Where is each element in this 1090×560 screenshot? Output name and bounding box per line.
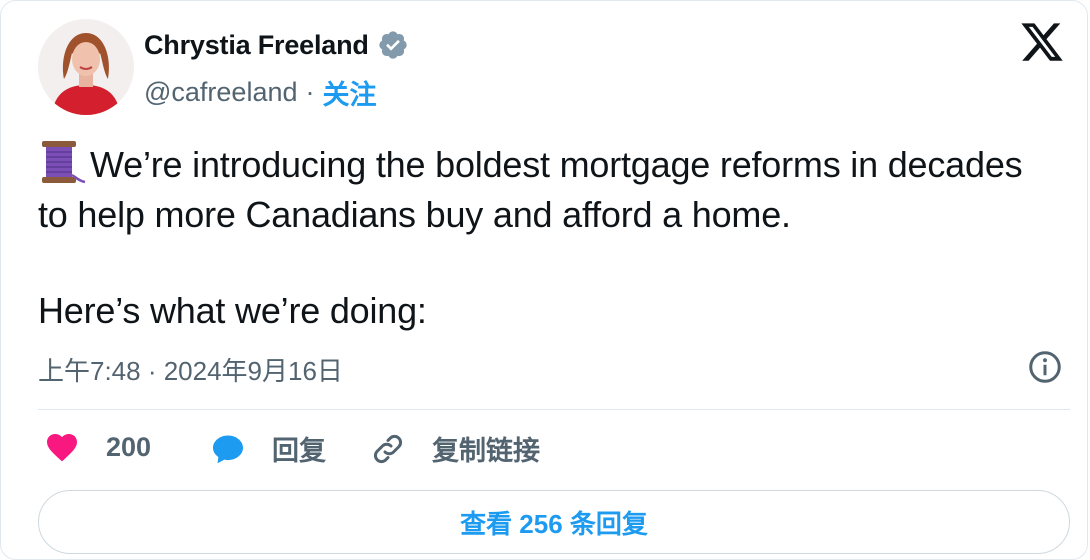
- avatar-image: [38, 19, 134, 115]
- tweet-card: Chrystia Freeland @cafreeland · 关注 We’re…: [0, 0, 1088, 560]
- tweet-paragraph-2: Here’s what we’re doing:: [38, 290, 427, 331]
- verified-badge-icon: [379, 31, 407, 59]
- view-replies-button[interactable]: 查看 256 条回复: [38, 490, 1070, 554]
- tweet-paragraph-1: We’re introducing the boldest mortgage r…: [38, 144, 1023, 235]
- view-replies-label: 查看 256 条回复: [460, 508, 648, 539]
- reply-label: 回复: [272, 436, 326, 466]
- handle-separator: ·: [305, 77, 315, 107]
- author-name[interactable]: Chrystia Freeland: [144, 30, 369, 61]
- like-count: 200: [106, 431, 152, 462]
- copy-link-button[interactable]: 复制链接: [370, 429, 540, 468]
- author-handle[interactable]: @cafreeland: [144, 77, 298, 108]
- tweet-text: We’re introducing the boldest mortgage r…: [38, 139, 1048, 336]
- avatar[interactable]: [38, 19, 134, 115]
- follow-button[interactable]: 关注: [323, 73, 377, 112]
- divider: [38, 409, 1070, 410]
- link-icon: [374, 434, 402, 463]
- like-button[interactable]: 200: [44, 429, 151, 465]
- x-logo-icon[interactable]: [1019, 19, 1065, 65]
- action-bar: 200 回复 复制链接: [38, 429, 1078, 473]
- copy-link-label: 复制链接: [432, 436, 540, 466]
- tweet-timestamp[interactable]: 上午7:48 · 2024年9月16日: [38, 351, 343, 388]
- heart-icon: [47, 433, 77, 462]
- thread-spool-emoji: [42, 141, 86, 184]
- speech-bubble-icon: [213, 435, 243, 463]
- info-icon[interactable]: [1027, 349, 1063, 385]
- reply-button[interactable]: 回复: [210, 429, 326, 468]
